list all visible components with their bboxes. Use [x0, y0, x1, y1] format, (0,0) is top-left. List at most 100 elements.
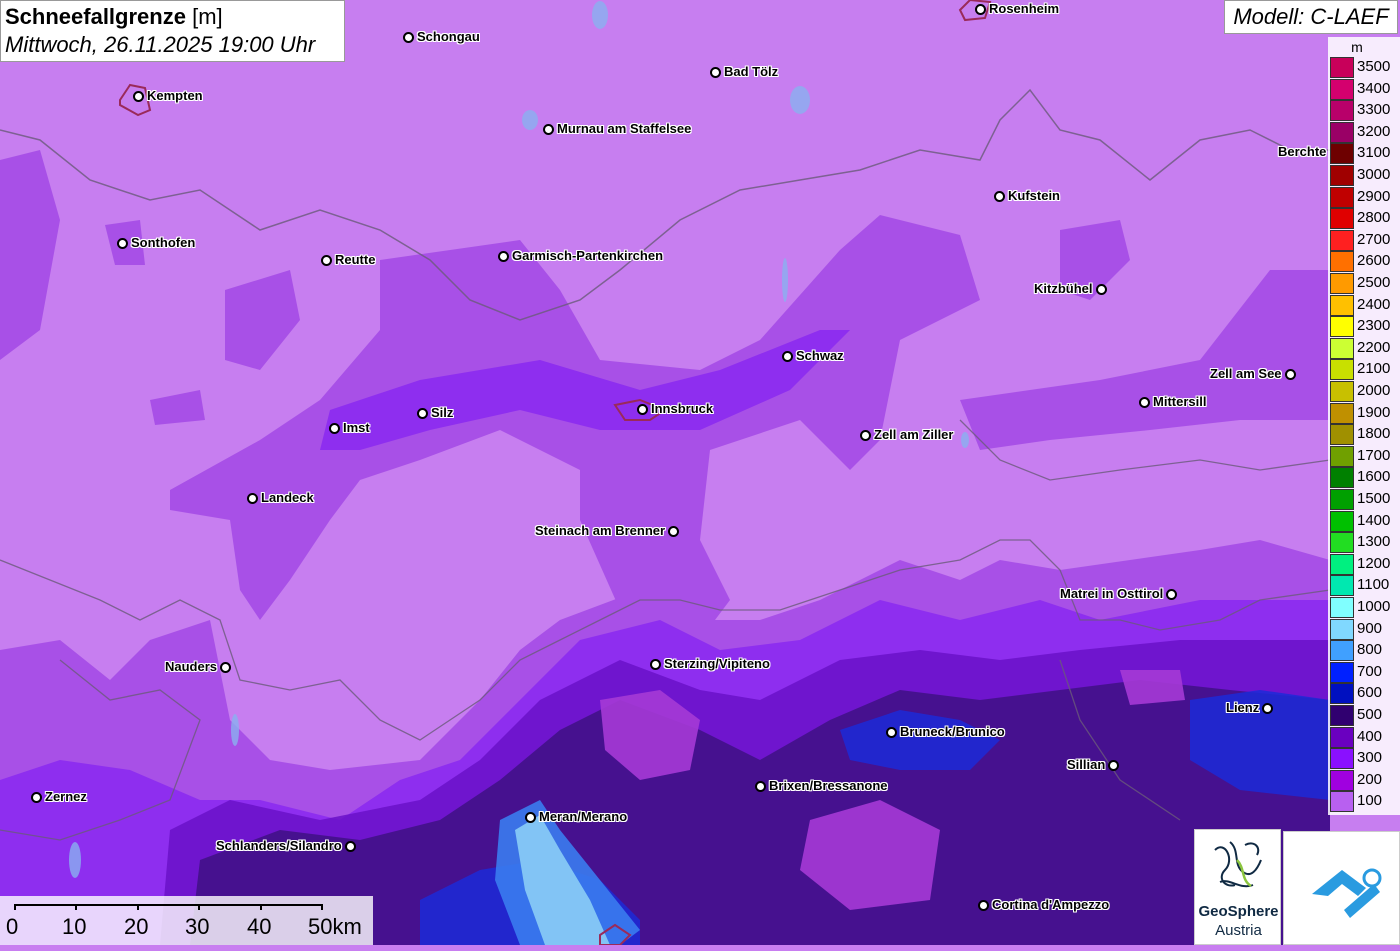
legend-row: 600 [1330, 683, 1400, 705]
legend-row: 900 [1330, 618, 1400, 640]
city-marker [117, 238, 128, 249]
city-marker [417, 408, 428, 419]
scale-tick [198, 904, 200, 910]
city-marker [345, 841, 356, 852]
city-label: Steinach am Brenner [535, 523, 666, 538]
legend-row: 300 [1330, 748, 1400, 770]
legend-swatch [1330, 489, 1354, 510]
legend-row: 3300 [1330, 100, 1400, 122]
legend-label: 2500 [1357, 274, 1391, 291]
legend-label: 2400 [1357, 295, 1391, 313]
legend-row: 1100 [1330, 575, 1400, 597]
legend-label: 1900 [1357, 403, 1391, 421]
legend-row: 3200 [1330, 121, 1400, 143]
legend-swatch [1330, 445, 1354, 467]
scale-label: 30 [185, 914, 210, 939]
city-marker [1166, 589, 1177, 600]
legend-swatch [1330, 337, 1354, 359]
legend-swatch [1330, 381, 1354, 402]
city-label: Mittersill [1153, 394, 1207, 409]
legend-label: 3000 [1357, 166, 1391, 183]
legend-label: 500 [1357, 706, 1383, 723]
city-marker [755, 781, 766, 792]
scale-label: 40 [247, 914, 272, 939]
legend-swatch [1330, 100, 1354, 122]
legend-label: 2100 [1357, 360, 1391, 378]
legend-label: 2700 [1357, 230, 1391, 248]
city-label: Sterzing/Vipiteno [664, 656, 770, 671]
legend-swatch [1330, 273, 1354, 294]
city-label: Schongau [417, 29, 480, 44]
city-label: Garmisch-Partenkirchen [512, 248, 664, 263]
legend-swatch [1330, 78, 1354, 100]
city-marker [650, 659, 661, 670]
legend-row: 2900 [1330, 186, 1400, 208]
legend-row: 2000 [1330, 381, 1400, 402]
scale-line [14, 904, 322, 906]
legend-row: 1600 [1330, 467, 1400, 489]
legend-label: 400 [1357, 727, 1383, 745]
legend-row: 3000 [1330, 165, 1400, 186]
legend-row: 3500 [1330, 57, 1400, 78]
geosphere-logo[interactable]: GeoSphere Austria [1194, 829, 1281, 945]
legend-swatch [1330, 705, 1354, 726]
city-label: Zell am Ziller [874, 427, 954, 442]
map-datetime: Mittwoch, 26.11.2025 19:00 Uhr [5, 32, 316, 57]
city-label: Silz [431, 405, 454, 420]
legend-swatch [1330, 229, 1354, 251]
city-label: Kempten [147, 88, 203, 103]
scale-tick [321, 904, 323, 910]
legend-swatch [1330, 640, 1354, 662]
legend-row: 1900 [1330, 402, 1400, 424]
city-label: Cortina d'Ampezzo [992, 897, 1110, 912]
city-label: Matrei in Osttirol [1060, 586, 1164, 601]
title-box: Schneefallgrenze [m] Mittwoch, 26.11.202… [0, 0, 345, 62]
city-label: Bruneck/Brunico [900, 724, 1005, 739]
legend-row: 1800 [1330, 424, 1400, 446]
legend-row: 2700 [1330, 229, 1400, 251]
legend-label: 1300 [1357, 533, 1391, 551]
city-marker [1262, 703, 1273, 714]
legend-row: 2600 [1330, 251, 1400, 273]
city-label: Nauders [165, 659, 218, 674]
legend-label: 1700 [1357, 446, 1391, 464]
city-label: Sonthofen [131, 235, 196, 250]
scale-label: 20 [124, 914, 149, 939]
city-marker [975, 4, 986, 15]
city-label: Imst [343, 420, 370, 435]
legend-row: 200 [1330, 769, 1400, 791]
legend-row: 3100 [1330, 143, 1400, 165]
legend-swatch [1330, 769, 1354, 791]
cloud-mountain-icon [1312, 868, 1382, 918]
legend-swatch [1330, 467, 1354, 489]
legend-swatch [1330, 424, 1354, 446]
city-label: Brixen/Bressanone [769, 778, 888, 793]
legend-swatch [1330, 726, 1354, 748]
legend-label: 2300 [1357, 317, 1391, 335]
legend-row: 2800 [1330, 208, 1400, 230]
weather-app-logo[interactable] [1283, 831, 1400, 945]
legend-swatch [1330, 143, 1354, 165]
city-label: Innsbruck [651, 401, 714, 416]
geosphere-country: Austria [1215, 922, 1262, 939]
legend-row: 2200 [1330, 337, 1400, 359]
scale-tick [137, 904, 139, 910]
city-label: Lienz [1226, 700, 1260, 715]
legend-swatch [1330, 553, 1354, 575]
legend-row: 1000 [1330, 597, 1400, 618]
city-marker [994, 191, 1005, 202]
city-marker [886, 727, 897, 738]
legend-label: 1000 [1357, 598, 1391, 615]
legend-label: 3500 [1357, 58, 1391, 75]
scale-label: 50km [308, 914, 362, 939]
legend-label: 700 [1357, 662, 1383, 680]
legend-label: 800 [1357, 641, 1383, 659]
legend-swatch [1330, 748, 1354, 770]
city-marker [543, 124, 554, 135]
legend-row: 2300 [1330, 316, 1400, 338]
legend-label: 3100 [1357, 144, 1391, 162]
city-marker [668, 526, 679, 537]
legend-label: 1500 [1357, 490, 1391, 507]
legend-swatch [1330, 359, 1354, 381]
legend-row: 1400 [1330, 510, 1400, 532]
